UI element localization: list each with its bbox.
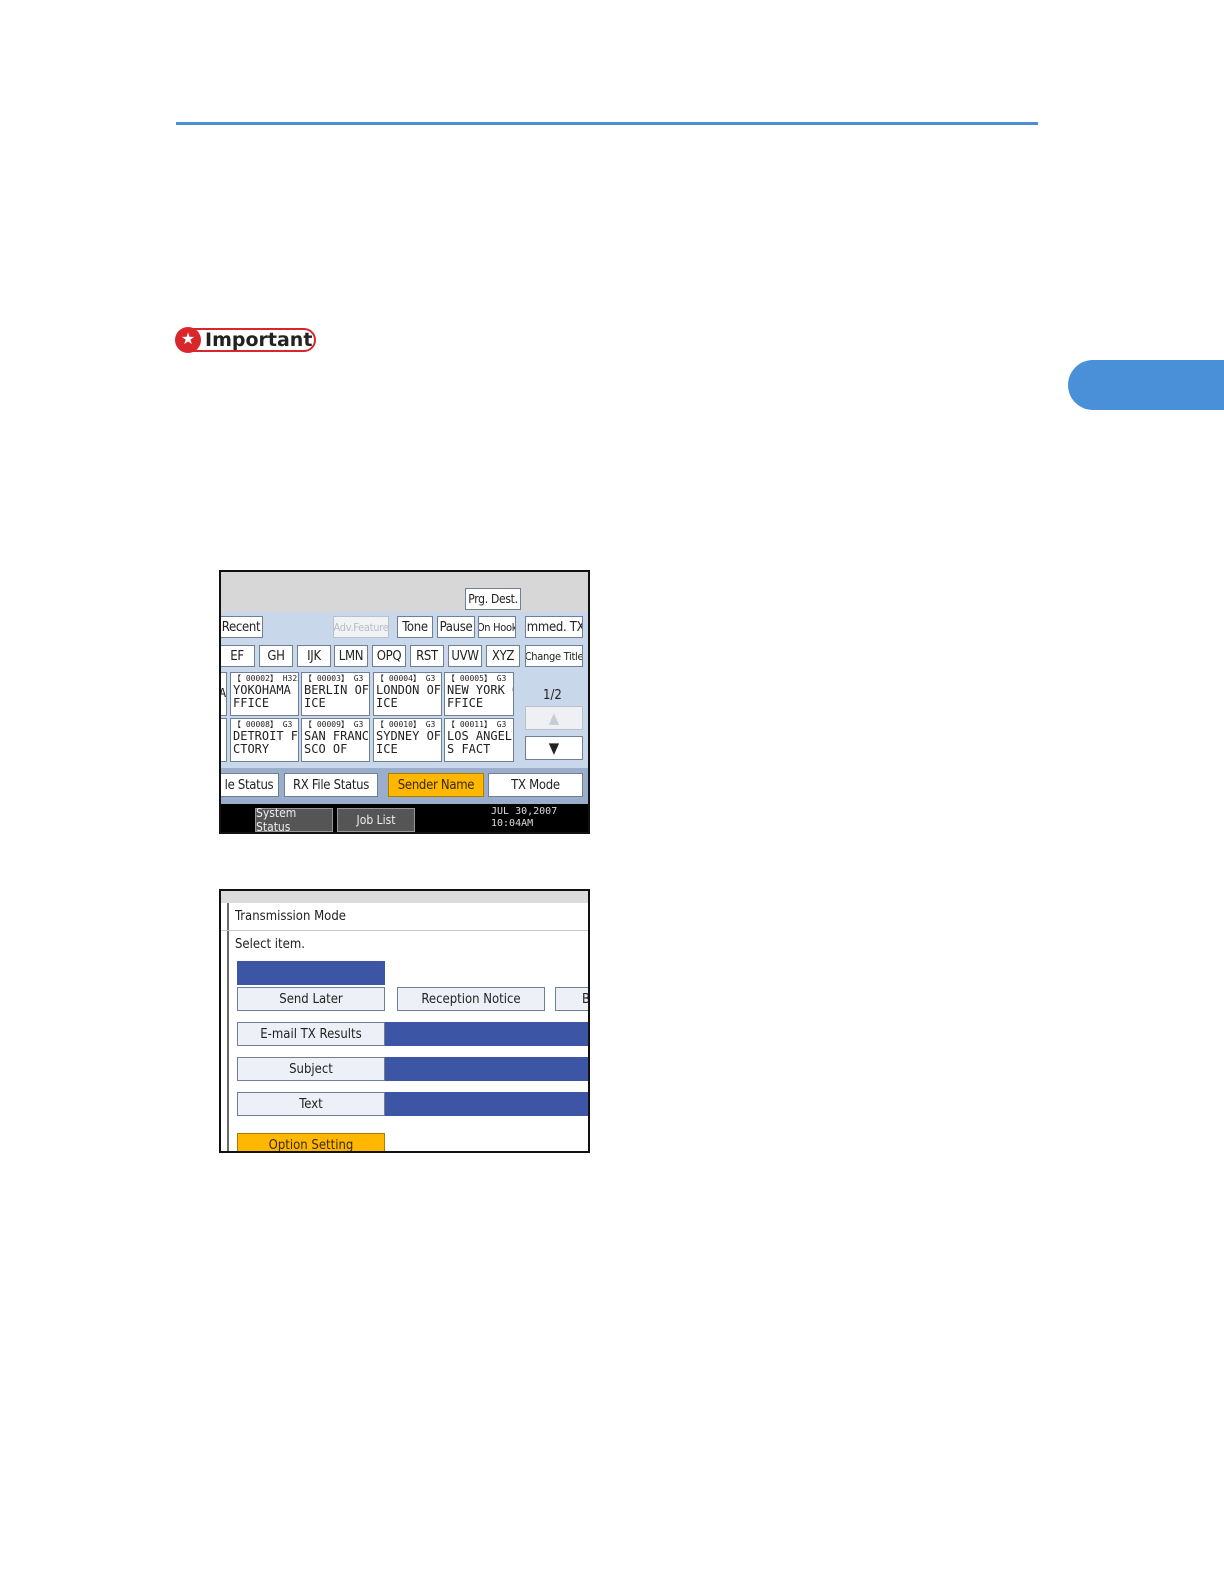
destination-key[interactable]: 【 00003】 G3 BERLIN OFF ICE [301, 672, 370, 716]
prg-dest-button[interactable]: Prg. Dest. [465, 588, 521, 610]
partial-button[interactable]: B [555, 987, 588, 1011]
destination-key[interactable]: 【 00010】 G3 SYDNEY OFF ICE [373, 718, 442, 762]
fax-destination-screen: Prg. Dest. Recent Adv.Feature Tone Pause… [219, 570, 590, 834]
send-later-button[interactable]: Send Later [237, 987, 385, 1011]
system-status-button[interactable]: System Status [255, 806, 333, 832]
adv-feature-button[interactable]: Adv.Feature [333, 616, 389, 638]
email-tx-results-value-bar [385, 1022, 588, 1046]
destination-key[interactable]: 【 00005】 G3 NEW YORK O FFICE [444, 672, 514, 716]
important-label: Important [205, 329, 313, 351]
change-title-button[interactable]: Change Title [525, 645, 583, 667]
top-strip [221, 572, 588, 612]
clock-readout: JUL 30,2007 10:04AM [491, 806, 557, 830]
index-key-opq[interactable]: OPQ [372, 645, 406, 667]
frame-edge [227, 903, 229, 1151]
destination-key[interactable]: 【 00009】 G3 SAN FRANCI SCO OF [301, 718, 370, 762]
email-tx-results-button[interactable]: E-mail TX Results [237, 1022, 385, 1046]
index-key-ijk[interactable]: IJK [297, 645, 331, 667]
destination-key[interactable]: 【 00002】 H323 YOKOHAMA O FFICE [230, 672, 299, 716]
index-key-gh[interactable]: GH [259, 645, 293, 667]
screen-title: Transmission Mode [221, 903, 588, 931]
header-rule [176, 122, 1038, 125]
triangle-down-icon: ▼ [548, 739, 560, 757]
scroll-down-button[interactable]: ▼ [525, 736, 583, 760]
subject-button[interactable]: Subject [237, 1057, 385, 1081]
top-strip [221, 891, 588, 903]
destination-key[interactable]: 【 00004】 G3 LONDON OFF ICE [373, 672, 442, 716]
destination-key[interactable]: 【 00008】 G3 DETROIT FA CTORY [230, 718, 299, 762]
text-button[interactable]: Text [237, 1092, 385, 1116]
star-icon: ★ [175, 327, 201, 353]
index-key-ef[interactable]: EF [221, 645, 255, 667]
destination-partial-left[interactable] [221, 718, 227, 762]
instruction-text: Select item. [235, 937, 305, 952]
time-text: 10:04AM [491, 818, 534, 829]
reception-notice-button[interactable]: Reception Notice [397, 987, 545, 1011]
job-list-button[interactable]: Job List [337, 808, 415, 832]
date-text: JUL 30,2007 [491, 806, 558, 817]
option-setting-button[interactable]: Option Setting [237, 1133, 385, 1151]
triangle-up-icon: ▲ [548, 709, 560, 727]
chapter-tab [1068, 360, 1224, 410]
destination-key[interactable]: 【 00011】 G3 LOS ANGELE S FACT [444, 718, 514, 762]
text-value-bar [385, 1092, 588, 1116]
destination-partial-left[interactable]: A [221, 672, 227, 716]
subject-value-bar [385, 1057, 588, 1081]
tab-sender-name[interactable]: Sender Name [388, 773, 484, 797]
tab-tx-file-status[interactable]: le Status [221, 773, 279, 797]
scroll-up-button[interactable]: ▲ [525, 706, 583, 730]
important-badge: ★ Important [175, 327, 316, 353]
tab-rx-file-status[interactable]: RX File Status [284, 773, 378, 797]
transmission-mode-screen: Transmission Mode Select item. Send Late… [219, 889, 590, 1153]
page-indicator: 1/2 [543, 688, 562, 703]
tab-tx-mode[interactable]: TX Mode [488, 773, 583, 797]
index-key-xyz[interactable]: XYZ [486, 645, 520, 667]
blue-status-bar [237, 961, 385, 985]
index-key-uvw[interactable]: UVW [448, 645, 482, 667]
on-hook-button[interactable]: On Hook [478, 616, 516, 638]
immed-tx-button[interactable]: Immed. TX [525, 616, 583, 638]
index-key-lmn[interactable]: LMN [334, 645, 368, 667]
tone-button[interactable]: Tone [397, 616, 433, 638]
index-key-rst[interactable]: RST [410, 645, 444, 667]
pause-button[interactable]: Pause [437, 616, 475, 638]
recent-button[interactable]: Recent [221, 616, 263, 638]
